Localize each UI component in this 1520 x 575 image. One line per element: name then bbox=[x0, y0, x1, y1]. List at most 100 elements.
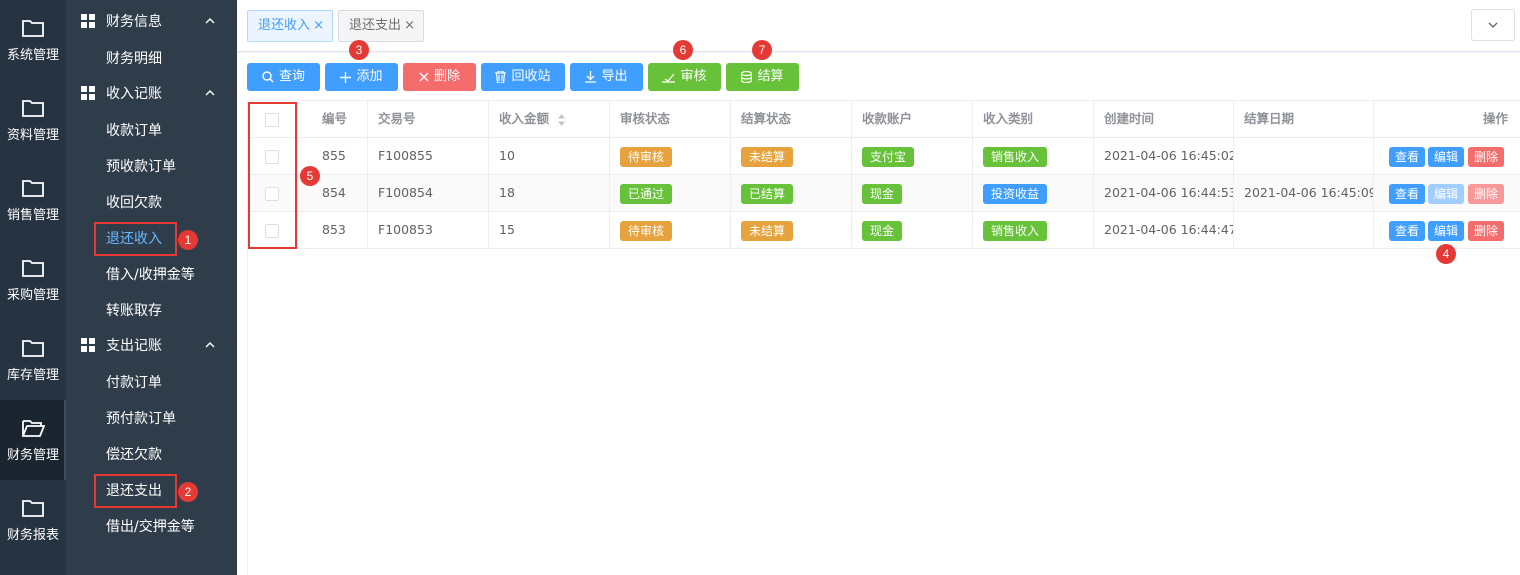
rail-item-system[interactable]: 系统管理 bbox=[0, 0, 66, 80]
annotation-box-checkbox-column bbox=[248, 102, 297, 249]
delete-row-button[interactable]: 删除 bbox=[1468, 221, 1504, 241]
header-created-at: 创建时间 bbox=[1094, 101, 1234, 137]
chevron-up-icon bbox=[205, 342, 215, 348]
delete-row-button[interactable]: 删除 bbox=[1468, 147, 1504, 167]
view-button[interactable]: 查看 bbox=[1389, 184, 1425, 204]
cell-settle-status: 未结算 bbox=[731, 138, 852, 174]
header-category: 收入类别 bbox=[973, 101, 1094, 137]
stamp-icon bbox=[662, 73, 676, 83]
submenu-group-finance-info[interactable]: 财务信息 bbox=[66, 0, 237, 36]
submenu-item-lend-out[interactable]: 借出/交押金等 bbox=[66, 509, 237, 545]
view-button[interactable]: 查看 bbox=[1389, 221, 1425, 241]
close-icon[interactable]: × bbox=[313, 11, 324, 41]
rail-item-purchase[interactable]: 采购管理 bbox=[0, 240, 66, 320]
rail-item-reports[interactable]: 财务报表 bbox=[0, 480, 66, 560]
add-button-label: 添加 bbox=[356, 69, 383, 84]
folder-icon bbox=[22, 19, 44, 37]
chevron-up-icon bbox=[205, 18, 215, 24]
export-button[interactable]: 导出 bbox=[570, 63, 643, 91]
annotation-badge: 6 bbox=[673, 40, 693, 60]
query-button[interactable]: 查询 bbox=[247, 63, 320, 91]
folder-open-icon bbox=[22, 419, 45, 437]
cell-actions: 查看 编辑 删除 bbox=[1374, 175, 1520, 211]
submenu-item-receipt-order[interactable]: 收款订单 bbox=[66, 113, 237, 149]
status-badge: 待审核 bbox=[620, 146, 673, 167]
folder-icon bbox=[22, 259, 44, 277]
header-amount[interactable]: 收入金额 bbox=[489, 101, 610, 137]
submenu-item-label: 借入/收押金等 bbox=[106, 267, 195, 283]
cell-audit-status: 待审核 bbox=[610, 138, 731, 174]
cell-category: 销售收入 bbox=[973, 212, 1094, 248]
search-icon bbox=[262, 71, 274, 83]
tab-bar: 退还收入 × 退还支出 × bbox=[237, 0, 1520, 52]
cell-settle-status: 未结算 bbox=[731, 212, 852, 248]
close-icon bbox=[419, 72, 429, 82]
rail-item-finance[interactable]: 财务管理 bbox=[0, 400, 66, 480]
annotation-box-refund-income bbox=[94, 222, 177, 256]
cell-id: 853 bbox=[298, 212, 368, 248]
category-badge: 销售收入 bbox=[983, 220, 1048, 241]
rail-item-label: 采购管理 bbox=[6, 287, 59, 303]
download-icon bbox=[585, 71, 597, 83]
cell-actions: 查看 编辑 删除 bbox=[1374, 212, 1520, 248]
folder-icon bbox=[22, 499, 44, 517]
edit-button[interactable]: 编辑 bbox=[1428, 221, 1464, 241]
submenu-item-label: 预付款订单 bbox=[106, 411, 176, 427]
header-settle-status: 结算状态 bbox=[731, 101, 852, 137]
submenu-item-recover-debt[interactable]: 收回欠款 bbox=[66, 185, 237, 221]
rail-item-sales[interactable]: 销售管理 bbox=[0, 160, 66, 240]
grid-icon bbox=[81, 338, 95, 352]
submenu-item-label: 收款订单 bbox=[106, 123, 162, 139]
category-badge: 销售收入 bbox=[983, 146, 1048, 167]
submenu-group-income[interactable]: 收入记账 bbox=[66, 72, 237, 108]
settle-button[interactable]: 结算 bbox=[726, 63, 799, 91]
edit-button[interactable]: 编辑 bbox=[1428, 147, 1464, 167]
submenu-group-label: 收入记账 bbox=[106, 86, 162, 102]
account-badge: 支付宝 bbox=[862, 146, 915, 167]
plus-icon bbox=[340, 71, 352, 83]
rail-item-inventory[interactable]: 库存管理 bbox=[0, 320, 66, 400]
delete-button[interactable]: 删除 bbox=[403, 63, 476, 91]
table-row: 853 F100853 15 待审核 未结算 现金 销售收入 2021-04-0… bbox=[248, 212, 1520, 249]
submenu-item-label: 预收款订单 bbox=[106, 159, 176, 175]
header-account: 收款账户 bbox=[852, 101, 973, 137]
sort-icon[interactable] bbox=[557, 113, 566, 127]
submenu-item-label: 借出/交押金等 bbox=[106, 519, 195, 535]
status-badge: 未结算 bbox=[741, 220, 794, 241]
grid-icon bbox=[81, 86, 95, 100]
rail-item-data[interactable]: 资料管理 bbox=[0, 80, 66, 160]
tab-dropdown-button[interactable] bbox=[1471, 9, 1515, 41]
delete-row-button[interactable]: 删除 bbox=[1468, 184, 1504, 204]
tab-refund-expense[interactable]: 退还支出 × bbox=[338, 10, 424, 42]
close-icon[interactable]: × bbox=[404, 11, 415, 41]
tab-refund-income[interactable]: 退还收入 × bbox=[247, 10, 333, 42]
cell-account: 支付宝 bbox=[852, 138, 973, 174]
edit-button[interactable]: 编辑 bbox=[1428, 184, 1464, 204]
cell-trade-no: F100854 bbox=[368, 175, 489, 211]
submenu-item-advance-payment[interactable]: 预付款订单 bbox=[66, 401, 237, 437]
submenu-group-expense[interactable]: 支出记账 bbox=[66, 324, 237, 360]
cell-category: 投资收益 bbox=[973, 175, 1094, 211]
submenu-item-borrow-in[interactable]: 借入/收押金等 bbox=[66, 257, 237, 293]
submenu-item-payment-order[interactable]: 付款订单 bbox=[66, 365, 237, 401]
audit-button[interactable]: 审核 bbox=[648, 63, 721, 91]
export-button-label: 导出 bbox=[601, 69, 628, 84]
header-audit-status: 审核状态 bbox=[610, 101, 731, 137]
cell-account: 现金 bbox=[852, 212, 973, 248]
view-button[interactable]: 查看 bbox=[1389, 147, 1425, 167]
add-button[interactable]: 添加 bbox=[325, 63, 398, 91]
annotation-box-refund-expense bbox=[94, 474, 177, 508]
rail-item-label: 销售管理 bbox=[6, 207, 59, 223]
submenu-item-advance-receipt[interactable]: 预收款订单 bbox=[66, 149, 237, 185]
grid-icon bbox=[81, 14, 95, 28]
income-refund-table: 编号 交易号 收入金额 审核状态 结算状态 收款账户 收入类别 创建时间 结算日… bbox=[247, 100, 1520, 575]
cell-settle-status: 已结算 bbox=[731, 175, 852, 211]
header-settled-at: 结算日期 bbox=[1234, 101, 1374, 137]
cell-created-at: 2021-04-06 16:44:53 bbox=[1094, 175, 1234, 211]
cell-created-at: 2021-04-06 16:44:47 bbox=[1094, 212, 1234, 248]
submenu-item-repay-debt[interactable]: 偿还欠款 bbox=[66, 437, 237, 473]
rail-item-label: 资料管理 bbox=[6, 127, 59, 143]
chevron-up-icon bbox=[205, 90, 215, 96]
rail-item-label: 财务管理 bbox=[6, 447, 59, 463]
recycle-bin-button[interactable]: 回收站 bbox=[481, 63, 565, 91]
